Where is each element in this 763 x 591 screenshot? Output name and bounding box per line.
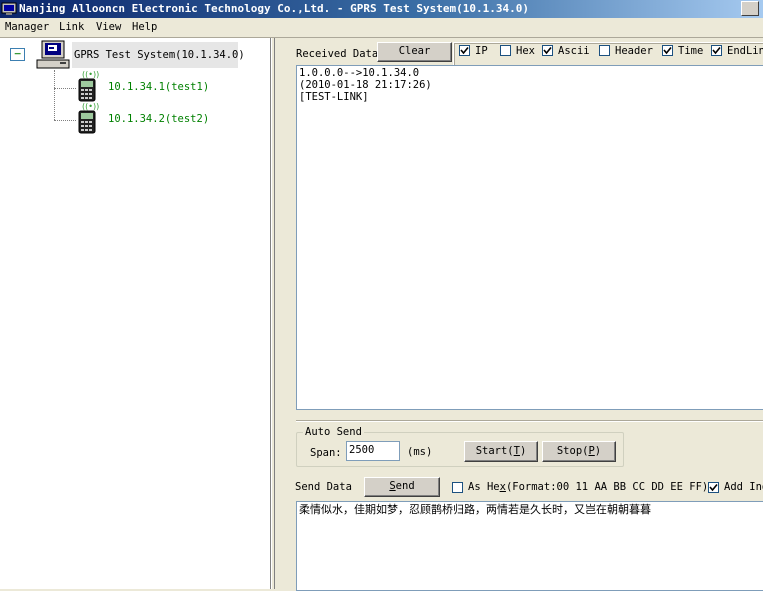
add-ind-checkbox[interactable] [708, 482, 719, 493]
tree-root-label: GPRS Test System(10.1.34.0) [74, 49, 245, 61]
stop-button-close: ) [594, 445, 602, 457]
header-checkbox[interactable] [599, 45, 610, 56]
header-checkbox-label: Header [615, 45, 653, 57]
menu-help[interactable]: Help [132, 21, 157, 33]
menu-manager[interactable]: Manager [5, 21, 49, 33]
ip-checkbox[interactable] [459, 45, 470, 56]
menu-view[interactable]: View [96, 21, 121, 33]
clear-button-label: Clear [398, 45, 431, 57]
tree-child-1[interactable]: 10.1.34.1(test1) [108, 81, 209, 93]
hex-checkbox[interactable] [500, 45, 511, 56]
stop-button[interactable]: Stop(P) [542, 441, 616, 462]
start-button-close: ) [519, 445, 527, 457]
ip-checkbox-label: IP [475, 45, 488, 57]
auto-send-title: Auto Send [303, 426, 364, 438]
tree-expander-icon[interactable]: − [10, 48, 25, 61]
as-hex-label-pre: As He [468, 481, 500, 493]
span-input[interactable]: 2500 [346, 441, 400, 461]
as-hex-label: As Hex(Format:00 11 AA BB CC DD EE FF) [468, 481, 708, 493]
tree-child-2[interactable]: 10.1.34.2(test2) [108, 113, 209, 125]
close-button[interactable] [741, 1, 759, 16]
send-data-textarea[interactable]: 柔情似水，佳期如梦，忍顾鹊桥归路，两情若是久长时，又岂在朝朝暮暮 [296, 501, 763, 591]
window-title: Nanjing Allooncn Electronic Technology C… [19, 2, 529, 15]
menu-bar: Manager Link View Help [0, 18, 763, 38]
clear-button[interactable]: Clear [377, 42, 452, 62]
send-button[interactable]: Send [364, 477, 440, 497]
gprs-terminal-icon: ((•)) [78, 70, 99, 102]
ascii-checkbox[interactable] [542, 45, 553, 56]
ascii-checkbox-label: Ascii [558, 45, 590, 57]
send-data-label: Send Data [295, 481, 352, 493]
start-button[interactable]: Start(T) [464, 441, 538, 462]
add-ind-label: Add Ind [724, 481, 763, 493]
as-hex-format: (Format:00 11 AA BB CC DD EE FF) [505, 481, 709, 493]
received-data-label: Received Data [296, 48, 379, 60]
time-checkbox[interactable] [662, 45, 673, 56]
endline-checkbox[interactable] [711, 45, 722, 56]
pane-splitter[interactable] [271, 38, 275, 589]
received-data-textarea[interactable]: 1.0.0.0-->10.1.34.0 (2010-01-18 21:17:26… [296, 65, 763, 410]
send-button-rest: end [395, 480, 415, 492]
menu-link[interactable]: Link [59, 21, 84, 33]
svg-text:((•)): ((•)) [82, 70, 99, 79]
title-bar[interactable]: Nanjing Allooncn Electronic Technology C… [0, 0, 763, 18]
tree-root-node[interactable]: GPRS Test System(10.1.34.0) [72, 42, 245, 68]
computer-icon [36, 40, 70, 69]
gprs-terminal-icon: ((•)) [78, 102, 99, 134]
app-icon [1, 2, 17, 15]
endline-checkbox-label: EndLin [727, 45, 763, 57]
stop-button-text: Stop( [556, 445, 589, 457]
hex-checkbox-label: Hex [516, 45, 535, 57]
start-button-text: Start( [475, 445, 514, 457]
svg-text:((•)): ((•)) [82, 102, 99, 111]
device-tree[interactable]: − GPRS Test System(10.1.34.0) ((•)) 10.1… [0, 38, 271, 589]
time-checkbox-label: Time [678, 45, 704, 57]
span-label: Span: [310, 447, 342, 459]
span-unit: (ms) [407, 446, 433, 458]
main-panel: Received Data Clear IP Hex Ascii Header … [276, 38, 763, 591]
as-hex-checkbox[interactable] [452, 482, 463, 493]
